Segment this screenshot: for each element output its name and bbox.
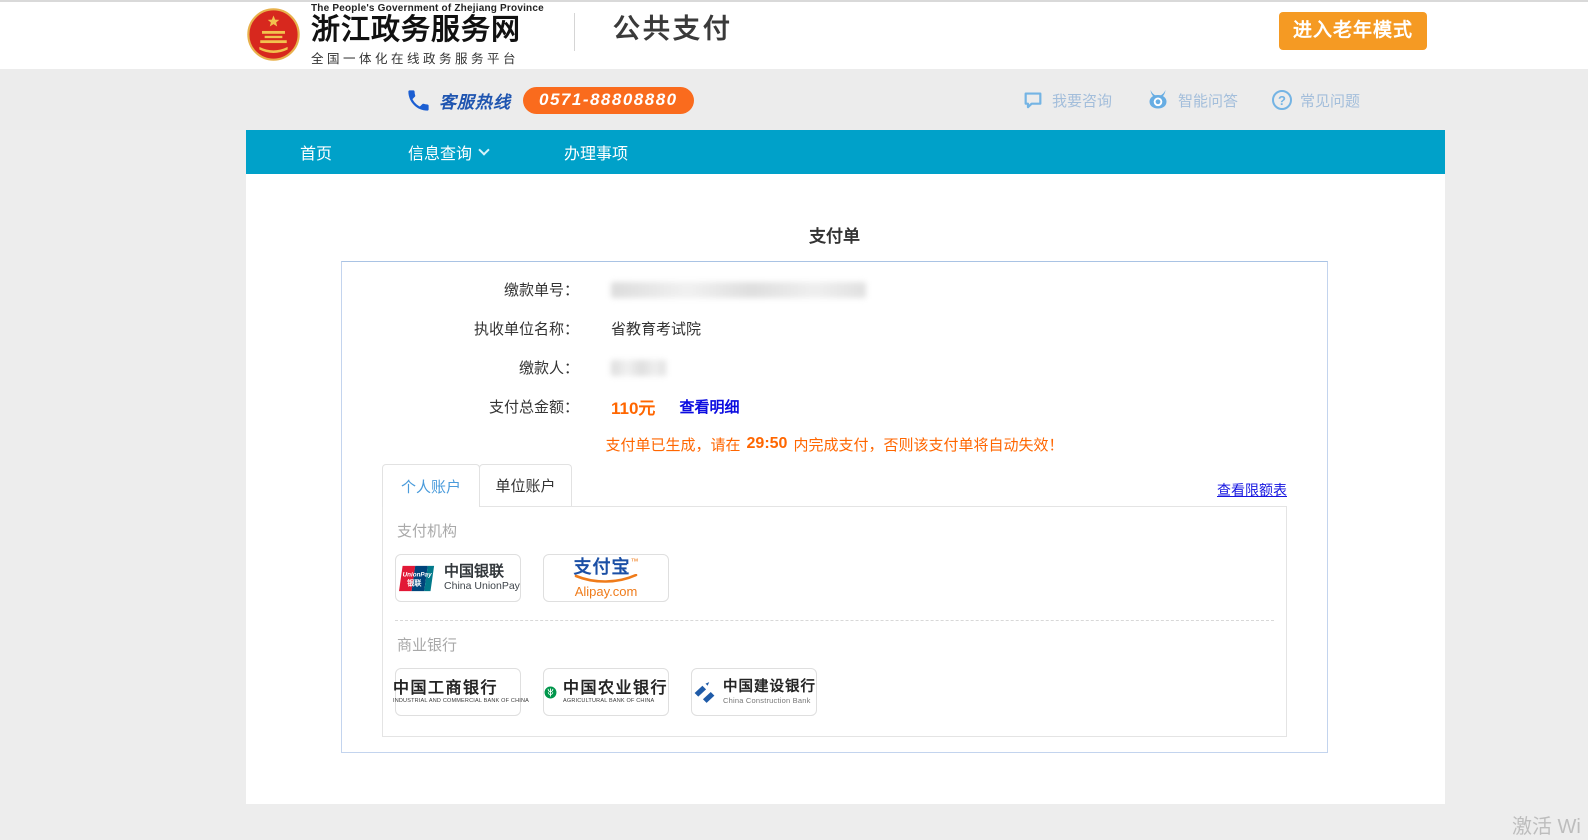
page-title: 公共支付 — [613, 7, 733, 46]
quick-link-faq[interactable]: 常见问题 — [1272, 90, 1360, 111]
redacted-order-number — [611, 282, 866, 298]
limit-table-link[interactable]: 查看限额表 — [1217, 480, 1287, 500]
quick-links: 我要咨询 智能问答 常见问题 — [1022, 70, 1360, 130]
payment-section-title: 支付单 — [341, 222, 1328, 247]
site-name: 浙江政务服务网 — [311, 14, 544, 47]
abc-name: 中国农业银行 — [563, 680, 668, 698]
quick-link-smart-qa[interactable]: 智能问答 — [1146, 88, 1238, 112]
redacted-payer-name — [611, 360, 666, 376]
tab-unit-account[interactable]: 单位账户 — [479, 464, 572, 506]
hotline-bar: 客服热线 0571-88808880 我要咨询 智能问答 — [0, 70, 1588, 130]
unionpay-option[interactable]: UnionPay 银联 中国银联 China UnionPay — [395, 554, 521, 602]
field-row-payer: 缴款人： — [342, 348, 1327, 387]
field-row-agency: 执收单位名称： 省教育考试院 — [342, 309, 1327, 348]
abc-caption: AGRICULTURAL BANK OF CHINA — [563, 698, 668, 704]
alipay-trademark: ™ — [631, 557, 639, 566]
quick-link-label: 智能问答 — [1178, 90, 1238, 111]
elder-mode-button[interactable]: 进入老年模式 — [1279, 12, 1427, 50]
ccb-name: 中国建设银行 — [723, 679, 816, 696]
payment-methods-panel: 支付机构 UnionPay 银联 中国银联 China U — [382, 506, 1287, 737]
chat-bubble-icon — [1022, 89, 1044, 111]
nav-item-label: 信息查询 — [408, 140, 472, 164]
warning-prefix: 支付单已生成，请在 — [606, 434, 741, 455]
ccb-caption: China Construction Bank — [723, 696, 816, 705]
section-divider — [395, 620, 1274, 621]
banks-title: 商业银行 — [397, 634, 1274, 655]
unionpay-logo-icon: UnionPay 银联 — [396, 565, 438, 592]
chevron-down-icon — [478, 144, 489, 155]
question-circle-icon — [1272, 90, 1292, 110]
abc-option[interactable]: 中国农业银行 AGRICULTURAL BANK OF CHINA — [543, 668, 669, 716]
hotline-label: 客服热线 — [439, 88, 511, 113]
field-row-order-no: 缴款单号： — [342, 270, 1327, 309]
agency-name: 省教育考试院 — [611, 318, 701, 339]
phone-icon — [405, 87, 432, 114]
institutions-title: 支付机构 — [397, 520, 1274, 541]
header-divider — [574, 13, 575, 51]
nav-item-home[interactable]: 首页 — [300, 140, 332, 164]
icbc-name: 中国工商银行 — [393, 680, 529, 698]
hotline-number: 0571-88808880 — [523, 87, 694, 114]
unionpay-name: 中国银联 — [444, 564, 520, 581]
field-label: 执收单位名称： — [342, 318, 579, 339]
field-label: 缴款人： — [342, 357, 579, 378]
icbc-caption: INDUSTRIAL AND COMMERCIAL BANK OF CHINA — [393, 698, 529, 704]
unionpay-name-en: China UnionPay — [444, 580, 520, 592]
quick-link-label: 常见问题 — [1300, 90, 1360, 111]
quick-link-label: 我要咨询 — [1052, 90, 1112, 111]
national-emblem-icon — [246, 8, 301, 61]
activate-windows-watermark: 激活 Wi — [1512, 810, 1581, 839]
main-nav: 首页 信息查询 办理事项 — [246, 130, 1445, 174]
nav-item-info-query[interactable]: 信息查询 — [408, 140, 488, 164]
view-detail-link[interactable]: 查看明细 — [679, 396, 739, 417]
ccb-option[interactable]: 中国建设银行 China Construction Bank — [691, 668, 817, 716]
account-tabs: 个人账户 单位账户 查看限额表 — [382, 464, 1287, 506]
site-logo-text: The People's Government of Zhejiang Prov… — [311, 3, 544, 67]
robot-icon — [1146, 88, 1170, 112]
nav-item-label: 首页 — [300, 140, 332, 164]
total-amount: 110元 — [611, 394, 655, 419]
page: The People's Government of Zhejiang Prov… — [0, 0, 1588, 840]
nav-item-services[interactable]: 办理事项 — [564, 140, 628, 164]
warning-suffix: 内完成支付，否则该支付单将自动失效！ — [793, 434, 1063, 455]
field-label: 缴款单号： — [342, 279, 579, 300]
icbc-option[interactable]: 中国工商银行 INDUSTRIAL AND COMMERCIAL BANK OF… — [395, 668, 521, 716]
countdown-timer: 29:50 — [747, 435, 788, 453]
quick-link-consult[interactable]: 我要咨询 — [1022, 89, 1112, 111]
alipay-name: 支付宝 — [574, 557, 631, 577]
field-label: 支付总金额： — [342, 396, 579, 417]
alipay-option[interactable]: 支付宝™ Alipay.com — [543, 554, 669, 602]
main-content: 支付单 缴款单号： 执收单位名称： 省教育考试院 缴款人： 支付总金额： 110… — [246, 174, 1445, 804]
svg-text:银联: 银联 — [407, 578, 422, 587]
site-header: The People's Government of Zhejiang Prov… — [0, 0, 1588, 70]
alipay-name-en: Alipay.com — [575, 584, 638, 599]
logo-subtitle-en: The People's Government of Zhejiang Prov… — [311, 3, 544, 14]
field-row-amount: 支付总金额： 110元 查看明细 — [342, 387, 1327, 426]
svg-text:UnionPay: UnionPay — [403, 571, 433, 578]
platform-line: 全国一体化在线政务服务平台 — [311, 48, 544, 67]
nav-item-label: 办理事项 — [564, 140, 628, 164]
expiry-warning: 支付单已生成，请在 29:50 内完成支付，否则该支付单将自动失效！ — [342, 426, 1327, 462]
abc-logo-icon — [544, 679, 557, 706]
ccb-logo-icon — [692, 680, 717, 705]
tab-personal-account[interactable]: 个人账户 — [382, 464, 480, 507]
payment-box: 缴款单号： 执收单位名称： 省教育考试院 缴款人： 支付总金额： 110元 查看… — [341, 261, 1328, 753]
